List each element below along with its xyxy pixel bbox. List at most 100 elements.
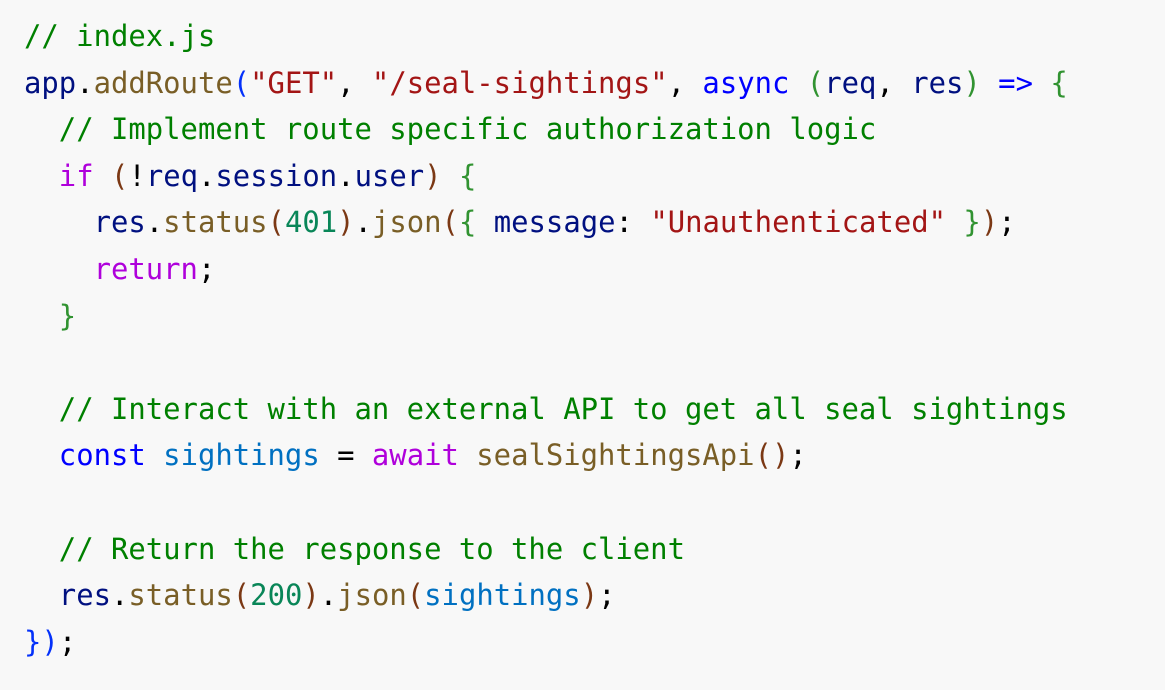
code-token-string: "Unauthenticated" xyxy=(650,205,947,240)
code-line: // Implement route specific authorizatio… xyxy=(24,106,1165,153)
code-token-function: status xyxy=(163,205,268,240)
code-token-punct xyxy=(24,112,59,146)
code-token-keyword: => xyxy=(980,65,1051,100)
code-line: res.status(401).json({ message: "Unauthe… xyxy=(24,199,1165,246)
code-token-variable: res xyxy=(911,65,964,100)
code-token-keyword: const xyxy=(58,438,146,473)
code-token-bracket3: ( xyxy=(406,578,425,613)
code-token-bracket3: ( xyxy=(441,205,459,240)
code-token-variable: user xyxy=(354,158,425,193)
code-token-punct: = xyxy=(319,438,372,473)
code-token-punct xyxy=(946,205,963,239)
code-token-bracket3: ( xyxy=(111,158,129,193)
code-token-variable: app xyxy=(24,65,77,100)
code-lines: // index.js app.addRoute("GET", "/seal-si… xyxy=(24,13,1165,665)
code-token-number: 200 xyxy=(250,578,303,613)
code-token-control: if xyxy=(58,158,94,193)
code-token-variable: req xyxy=(824,65,877,100)
code-token-bracket3: ) xyxy=(980,205,999,240)
code-token-punct: . xyxy=(354,205,372,240)
code-token-function: json xyxy=(371,205,442,240)
code-token-punct: , xyxy=(667,65,703,100)
code-token-punct: ! xyxy=(128,158,146,193)
code-token-bracket1: ) xyxy=(41,624,59,659)
code-token-variable: res xyxy=(58,578,111,613)
code-token-comment: // Return the response to the client xyxy=(58,531,685,566)
code-token-variable: message xyxy=(493,205,616,240)
code-token-bracket3: ) xyxy=(337,205,355,240)
code-token-punct: . xyxy=(337,158,355,193)
code-line: // index.js xyxy=(24,13,1165,60)
code-token-comment: // Interact with an external API to get … xyxy=(58,391,1068,426)
code-token-punct: ; xyxy=(998,205,1016,240)
code-token-punct: . xyxy=(145,205,164,240)
code-token-bracket2: { xyxy=(458,158,477,193)
code-token-punct: , xyxy=(876,65,912,100)
code-line: res.status(200).json(sightings); xyxy=(24,572,1165,619)
code-token-variable: req xyxy=(145,158,198,193)
code-block: // index.js app.addRoute("GET", "/seal-si… xyxy=(24,13,1165,665)
code-token-number: 401 xyxy=(284,205,338,240)
code-line: const sightings = await sealSightingsApi… xyxy=(24,432,1165,479)
code-line: }); xyxy=(24,619,1165,666)
code-token-punct xyxy=(442,159,459,193)
code-token-punct xyxy=(24,159,59,193)
code-token-bracket3: ) xyxy=(424,158,442,193)
code-token-bracket2: { xyxy=(458,205,477,240)
code-token-punct xyxy=(24,532,59,566)
code-token-bracket2: ( xyxy=(806,65,825,100)
code-token-punct xyxy=(24,205,94,239)
code-token-punct: . xyxy=(76,65,94,100)
code-snippet-panel: // index.js app.addRoute("GET", "/seal-si… xyxy=(0,0,1165,690)
code-token-punct xyxy=(789,66,806,100)
code-token-bracket2: } xyxy=(58,298,77,333)
code-line: app.addRoute("GET", "/seal-sightings", a… xyxy=(24,60,1165,107)
code-token-function: addRoute xyxy=(93,65,233,100)
code-token-punct: . xyxy=(319,578,338,613)
code-token-function: status xyxy=(128,578,233,613)
code-token-punct: . xyxy=(198,158,216,193)
code-token-punct: , xyxy=(337,65,372,100)
code-token-keyword: async xyxy=(702,65,790,100)
code-token-function: json xyxy=(337,578,407,613)
code-token-function: sealSightingsApi xyxy=(476,438,755,473)
code-line: } xyxy=(24,293,1165,340)
code-token-punct xyxy=(94,159,111,193)
code-line: // Interact with an external API to get … xyxy=(24,386,1165,433)
code-token-variable: res xyxy=(93,205,146,240)
code-token-punct xyxy=(146,438,163,472)
code-line: return; xyxy=(24,246,1165,293)
code-token-bracket3: ) xyxy=(302,578,320,613)
code-token-const: sightings xyxy=(163,438,320,473)
code-token-punct: ; xyxy=(598,578,616,613)
code-token-punct xyxy=(24,392,59,426)
code-token-bracket3: ( xyxy=(232,578,251,613)
code-token-bracket3: ( xyxy=(754,438,772,473)
code-line: // Return the response to the client xyxy=(24,526,1165,573)
code-token-bracket3: ) xyxy=(580,578,599,613)
code-token-punct: . xyxy=(110,578,129,613)
code-token-punct xyxy=(459,438,476,472)
code-token-punct xyxy=(24,252,94,286)
code-token-punct: : xyxy=(615,205,651,240)
code-token-string: "GET" xyxy=(250,65,338,100)
code-token-variable: session xyxy=(215,158,338,193)
code-token-punct: ; xyxy=(789,438,807,473)
code-token-punct xyxy=(24,438,59,472)
code-token-control: await xyxy=(371,438,459,473)
code-token-bracket2: } xyxy=(963,205,981,240)
code-token-punct: ; xyxy=(58,624,77,659)
code-token-punct xyxy=(24,299,59,333)
code-line: if (!req.session.user) { xyxy=(24,153,1165,200)
code-token-string: "/seal-sightings" xyxy=(371,65,668,100)
code-token-bracket1: ( xyxy=(232,65,251,100)
code-token-bracket3: ( xyxy=(267,205,285,240)
code-token-bracket2: { xyxy=(1050,65,1068,100)
code-token-punct: ; xyxy=(197,251,216,286)
code-token-punct xyxy=(476,205,493,239)
code-token-bracket3: ) xyxy=(772,438,790,473)
code-token-punct xyxy=(24,578,59,612)
code-token-bracket2: ) xyxy=(963,65,981,100)
code-token-comment: // index.js xyxy=(24,19,216,53)
